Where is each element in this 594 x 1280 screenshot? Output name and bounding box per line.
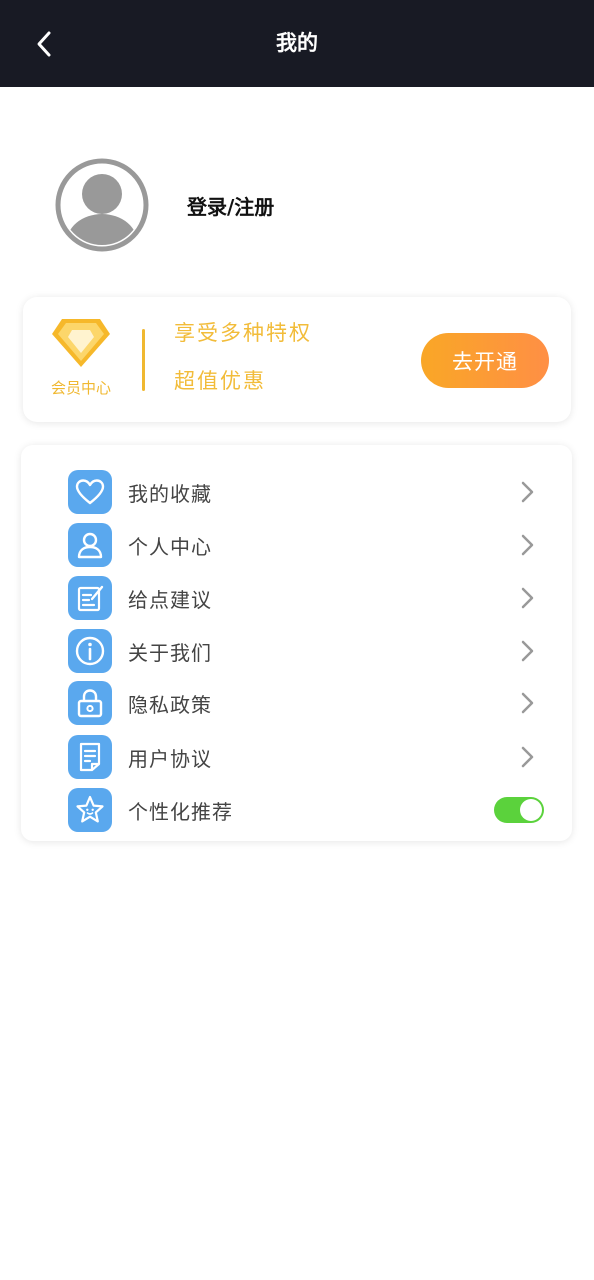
menu-item-personalized-recommendation: 个性化推荐 <box>68 787 544 833</box>
page-title: 我的 <box>276 31 318 55</box>
menu-item-favorites[interactable]: 我的收藏 <box>68 469 538 515</box>
menu-item-feedback[interactable]: 给点建议 <box>68 575 538 621</box>
chevron-right-icon <box>521 640 534 662</box>
menu-item-label: 我的收藏 <box>128 481 212 506</box>
top-bar: 我的 <box>0 0 594 87</box>
chevron-right-icon <box>521 534 534 556</box>
vip-center-entry[interactable]: 会员中心 <box>45 317 117 398</box>
info-icon <box>75 636 105 666</box>
chevron-right-icon <box>521 587 534 609</box>
vip-card: 会员中心 享受多种特权 超值优惠 去开通 <box>23 297 571 422</box>
star-face-icon <box>76 795 104 823</box>
menu-item-label: 用户协议 <box>128 746 212 771</box>
vip-divider <box>142 329 145 391</box>
lock-icon <box>77 689 103 718</box>
vip-center-label: 会员中心 <box>50 379 111 397</box>
chevron-right-icon <box>521 692 534 714</box>
menu-item-privacy-policy[interactable]: 隐私政策 <box>68 680 538 726</box>
heart-icon <box>75 479 105 505</box>
user-avatar-icon[interactable] <box>55 158 149 252</box>
edit-note-icon <box>77 585 104 612</box>
diamond-icon <box>52 319 110 367</box>
personalized-recommendation-toggle[interactable] <box>494 797 544 823</box>
menu-item-user-agreement[interactable]: 用户协议 <box>68 734 538 780</box>
profile-section: 登录/注册 <box>55 157 274 253</box>
login-register-link[interactable]: 登录/注册 <box>187 191 274 220</box>
menu-item-personal-center[interactable]: 个人中心 <box>68 522 538 568</box>
chevron-right-icon <box>521 746 534 768</box>
vip-benefit-line-2: 超值优惠 <box>174 369 266 393</box>
vip-benefits: 享受多种特权 超值优惠 <box>174 321 312 393</box>
toggle-knob <box>520 799 542 821</box>
menu-item-label: 关于我们 <box>128 640 212 665</box>
document-icon <box>79 742 101 772</box>
vip-benefit-line-1: 享受多种特权 <box>174 321 312 345</box>
menu-item-label: 给点建议 <box>128 587 212 612</box>
activate-vip-button[interactable]: 去开通 <box>421 333 549 388</box>
menu-item-about-us[interactable]: 关于我们 <box>68 628 538 674</box>
user-icon <box>77 532 103 559</box>
back-button[interactable] <box>22 22 66 66</box>
menu-item-label: 个性化推荐 <box>128 799 233 824</box>
menu-card: 我的收藏 个人中心 给点建议 关于我们 隐私政策 用户协议 个性化推荐 <box>21 445 572 841</box>
chevron-left-icon <box>37 31 51 57</box>
menu-item-label: 隐私政策 <box>128 692 212 717</box>
menu-item-label: 个人中心 <box>128 534 212 559</box>
chevron-right-icon <box>521 481 534 503</box>
